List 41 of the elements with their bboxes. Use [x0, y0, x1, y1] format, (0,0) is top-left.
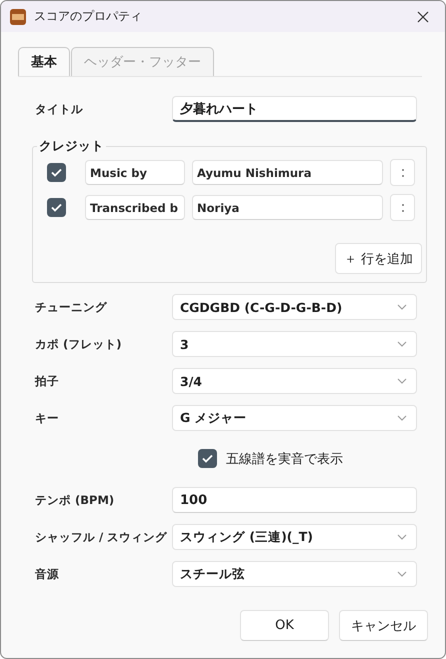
name-field[interactable]: Noriya	[192, 195, 383, 220]
field-label: タイトル	[35, 102, 84, 116]
dropdown[interactable]: G メジャー	[172, 405, 417, 431]
chevron-down-icon	[397, 304, 407, 310]
field-label: キー	[35, 410, 60, 426]
checkmark-icon	[51, 168, 62, 177]
checkbox-label: 五線譜を実音で表示	[226, 450, 343, 468]
chevron-down-icon	[397, 534, 407, 540]
chevron-down-icon	[397, 571, 407, 577]
role-field[interactable]: Music by	[85, 160, 185, 185]
dropdown[interactable]: スウィング (三連)(_T)	[172, 524, 417, 550]
name-field[interactable]: Ayumu Nishimura	[192, 160, 383, 185]
close-icon	[417, 10, 429, 22]
group-title: クレジット	[38, 138, 105, 155]
dropdown[interactable]: 3	[172, 331, 417, 357]
chevron-down-icon	[397, 415, 407, 421]
text-field[interactable]: 夕暮れハート	[172, 96, 417, 122]
checkmark-icon	[202, 454, 213, 463]
add-row-button[interactable]: ＋ 行を追加	[334, 243, 422, 274]
checkbox[interactable]	[47, 163, 66, 182]
field-label: テンポ (BPM)	[35, 492, 116, 508]
tab[interactable]: 基本	[18, 47, 70, 76]
dropdown[interactable]: CGDGBD (C-G-D-G-B-D)	[172, 294, 417, 320]
app-icon	[10, 8, 26, 24]
text-field[interactable]: 100	[172, 487, 417, 513]
field-label: 拍子	[35, 374, 60, 388]
field-label: シャッフル / スウィング	[35, 530, 168, 544]
dialog-button[interactable]: OK	[240, 610, 329, 641]
chevron-down-icon	[397, 341, 407, 347]
field-label: カポ (フレット)	[35, 336, 123, 352]
field-label: 音源	[35, 566, 60, 582]
checkmark-icon	[51, 203, 62, 212]
dropdown[interactable]: スチール弦	[172, 561, 417, 587]
checkbox[interactable]	[198, 449, 217, 468]
role-field[interactable]: Transcribed b	[85, 195, 185, 220]
chevron-down-icon	[397, 378, 407, 384]
window-title: スコアのプロパティ	[34, 8, 143, 25]
dropdown[interactable]: 3/4	[172, 368, 417, 394]
dialog-button[interactable]: キャンセル	[339, 610, 428, 641]
field-label: チューニング	[35, 300, 108, 314]
checkbox[interactable]	[47, 198, 66, 217]
